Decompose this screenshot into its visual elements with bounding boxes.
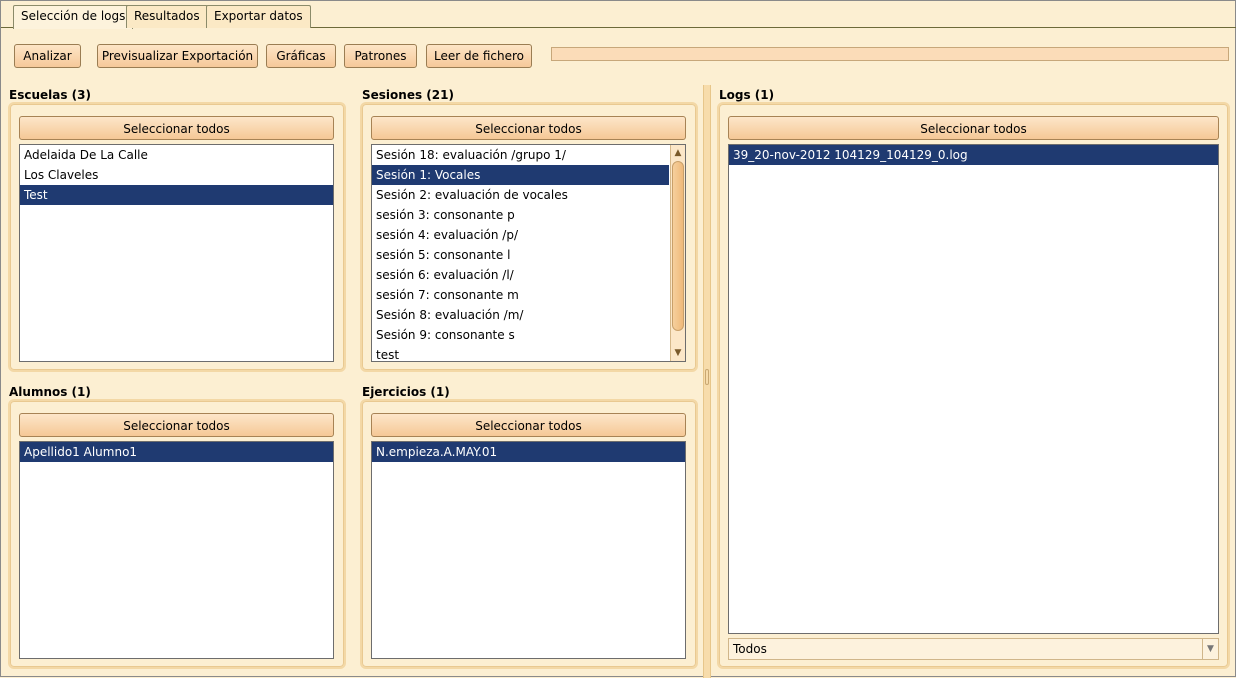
leer-de-fichero-button[interactable]: Leer de fichero — [426, 44, 532, 68]
tab-seleccion-de-logs[interactable]: Selección de logs — [13, 5, 134, 29]
escuelas-title: Escuelas (3) — [9, 88, 91, 102]
escuelas-select-all-button[interactable]: Seleccionar todos — [19, 116, 334, 140]
tab-exportar-datos[interactable]: Exportar datos — [206, 5, 311, 28]
list-item[interactable]: sesión 4: evaluación /p/ — [372, 225, 669, 245]
previsualizar-exportacion-button[interactable]: Previsualizar Exportación — [97, 44, 258, 68]
list-item[interactable]: Sesión 8: evaluación /m/ — [372, 305, 669, 325]
list-item-selected[interactable]: Sesión 1: Vocales — [372, 165, 669, 185]
logs-select-all-button[interactable]: Seleccionar todos — [728, 116, 1219, 140]
list-item[interactable]: Sesión 2: evaluación de vocales — [372, 185, 669, 205]
progress-bar — [551, 47, 1229, 61]
list-item[interactable]: sesión 3: consonante p — [372, 205, 669, 225]
logs-filter-dropdown[interactable]: Todos ▼ — [728, 638, 1219, 660]
scroll-down-icon[interactable]: ▼ — [671, 346, 685, 360]
list-item[interactable]: sesión 7: consonante m — [372, 285, 669, 305]
alumnos-title: Alumnos (1) — [9, 385, 91, 399]
list-item[interactable]: sesión 6: evaluación /l/ — [372, 265, 669, 285]
patrones-button[interactable]: Patrones — [344, 44, 417, 68]
escuelas-list[interactable]: Adelaida De La Calle Los Claveles Test — [19, 144, 334, 362]
list-item[interactable]: Sesión 9: consonante s — [372, 325, 669, 345]
tab-label: Exportar datos — [214, 9, 303, 23]
sesiones-title: Sesiones (21) — [362, 88, 454, 102]
list-item-selected[interactable]: 39_20-nov-2012 104129_104129_0.log — [729, 145, 1218, 165]
tab-label: Selección de logs — [21, 9, 126, 23]
logs-list[interactable]: 39_20-nov-2012 104129_104129_0.log — [728, 144, 1219, 634]
list-item[interactable]: test — [372, 345, 669, 361]
sesiones-select-all-button[interactable]: Seleccionar todos — [371, 116, 686, 140]
chevron-down-icon[interactable]: ▼ — [1202, 639, 1218, 659]
ejercicios-list[interactable]: N.empieza.A.MAY.01 — [371, 441, 686, 659]
splitter-grip-icon[interactable] — [705, 369, 709, 385]
ejercicios-title: Ejercicios (1) — [362, 385, 450, 399]
alumnos-select-all-button[interactable]: Seleccionar todos — [19, 413, 334, 437]
tab-resultados[interactable]: Resultados — [126, 5, 208, 28]
split-pane-divider[interactable] — [703, 85, 711, 678]
sesiones-scrollbar[interactable]: ▲ ▼ — [670, 145, 685, 361]
list-item-selected[interactable]: N.empieza.A.MAY.01 — [372, 442, 685, 462]
list-item[interactable]: Adelaida De La Calle — [20, 145, 333, 165]
graficas-button[interactable]: Gráficas — [266, 44, 336, 68]
list-item[interactable]: Sesión 18: evaluación /grupo 1/ — [372, 145, 669, 165]
scroll-up-icon[interactable]: ▲ — [671, 146, 685, 160]
ejercicios-select-all-button[interactable]: Seleccionar todos — [371, 413, 686, 437]
scrollbar-thumb[interactable] — [672, 161, 684, 331]
list-item[interactable]: sesión 5: consonante l — [372, 245, 669, 265]
tab-bar: Selección de logs Resultados Exportar da… — [1, 1, 1236, 29]
analizar-button[interactable]: Analizar — [14, 44, 81, 68]
list-item-selected[interactable]: Apellido1 Alumno1 — [20, 442, 333, 462]
sesiones-list[interactable]: Sesión 18: evaluación /grupo 1/ Sesión 1… — [371, 144, 686, 362]
logs-title: Logs (1) — [719, 88, 775, 102]
dropdown-value: Todos — [733, 642, 767, 656]
list-item-selected[interactable]: Test — [20, 185, 333, 205]
app-window: Selección de logs Resultados Exportar da… — [0, 0, 1236, 678]
list-item[interactable]: Los Claveles — [20, 165, 333, 185]
tab-label: Resultados — [134, 9, 200, 23]
alumnos-list[interactable]: Apellido1 Alumno1 — [19, 441, 334, 659]
